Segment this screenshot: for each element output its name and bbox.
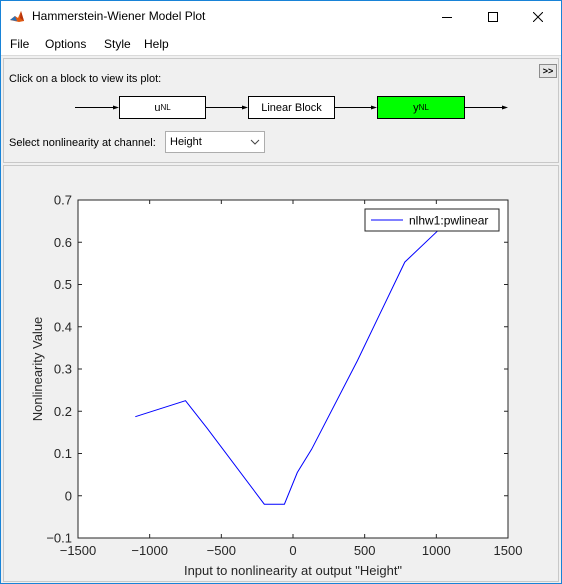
legend-entry-label: nlhw1:pwlinear <box>409 214 488 228</box>
app-window: Hammerstein-Wiener Model Plot File Optio… <box>0 0 562 584</box>
y-tick-label: −0.1 <box>46 531 72 546</box>
x-tick-label: 1000 <box>422 543 451 558</box>
x-tick-label: 500 <box>354 543 376 558</box>
y-tick-label: 0.4 <box>54 319 72 334</box>
nonlinearity-plot[interactable]: −1500 −1000 −500 0 500 1000 1500−0.100.10.20.3… <box>2 2 562 584</box>
y-tick-label: 0.7 <box>54 193 72 208</box>
x-tick-label: −500 <box>207 543 236 558</box>
x-tick-label: 0 <box>289 543 296 558</box>
x-tick-label: −1000 <box>131 543 168 558</box>
x-tick-label: 1500 <box>494 543 523 558</box>
y-tick-label: 0.1 <box>54 446 72 461</box>
plot-panel: −1500 −1000 −500 0 500 1000 1500 −0.1 0 0.1 0.2 0.3… <box>3 165 559 582</box>
y-tick-label: 0.2 <box>54 404 72 419</box>
y-tick-label: 0.3 <box>54 362 72 377</box>
y-tick-label: 0.6 <box>54 235 72 250</box>
plot-axes-box[interactable] <box>77 199 509 539</box>
x-axis-label: Input to nonlinearity at output "Height" <box>184 563 402 578</box>
y-tick-label: 0.5 <box>54 277 72 292</box>
y-tick-label: 0 <box>65 488 72 503</box>
y-axis-label: Nonlinearity Value <box>30 317 45 422</box>
